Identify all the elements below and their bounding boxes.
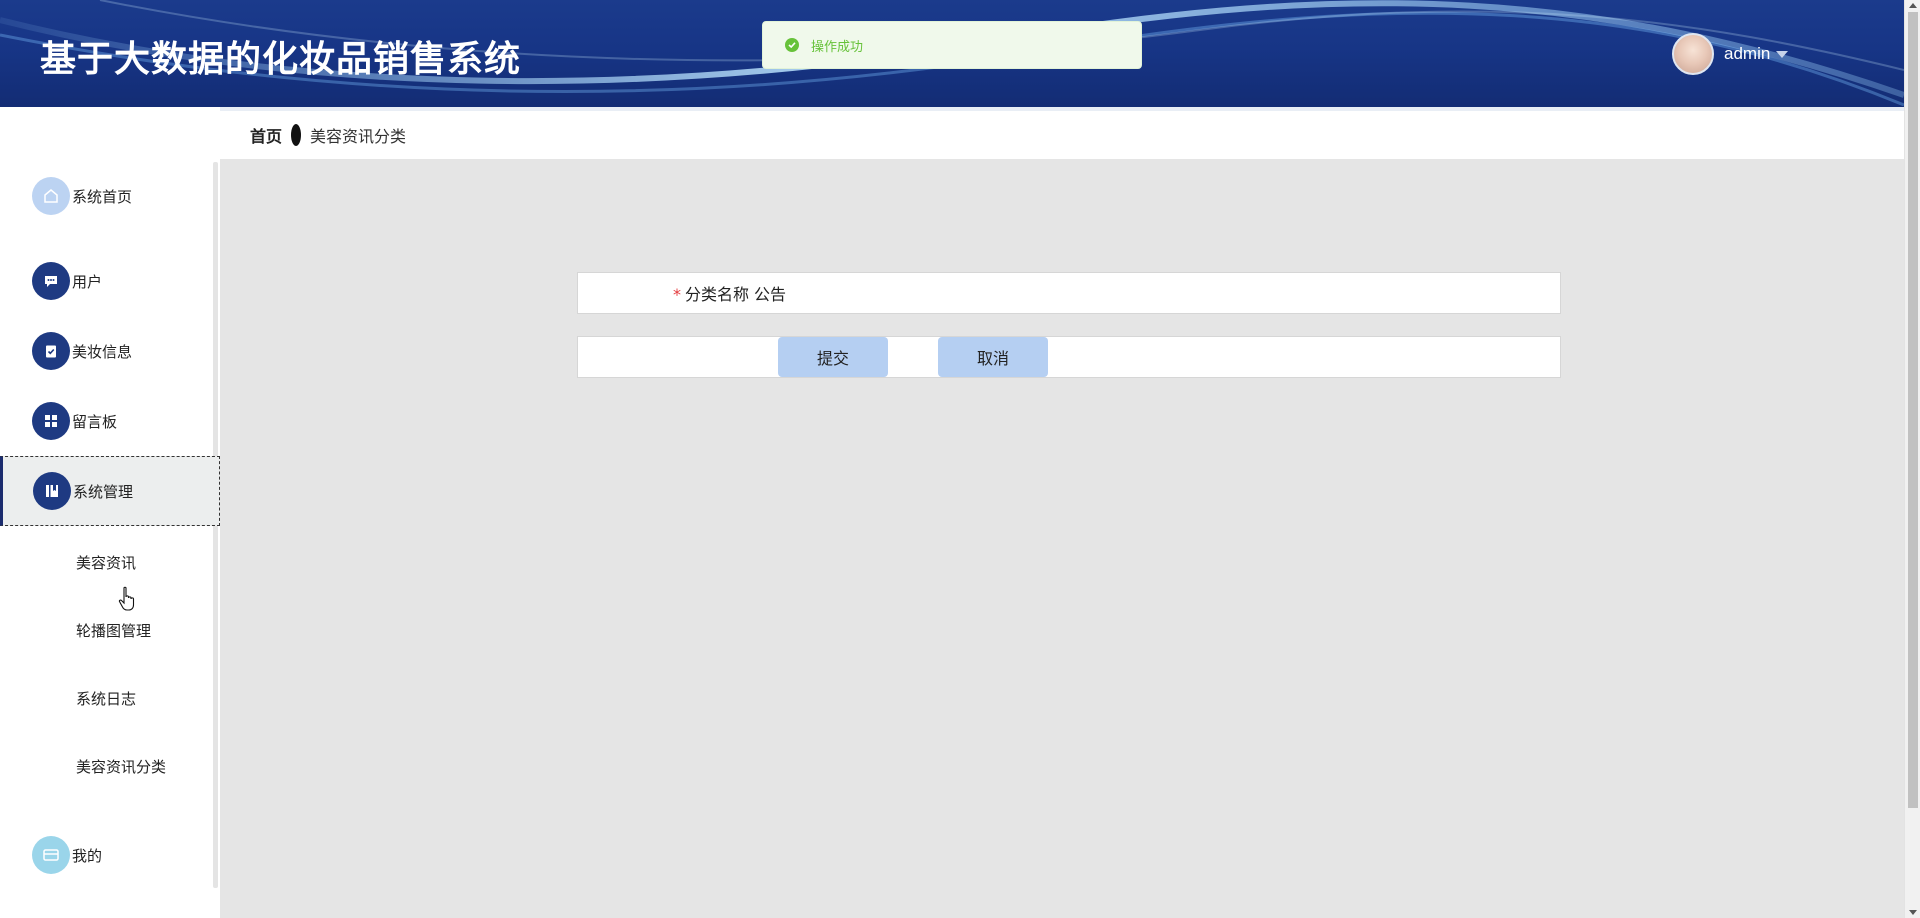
sidebar-subitem-system-log[interactable]: 系统日志 (76, 688, 136, 709)
hand-cursor-icon (118, 586, 135, 611)
caret-down-icon[interactable] (1776, 50, 1789, 58)
book-icon (33, 472, 71, 510)
category-name-label: * 分类名称 (673, 281, 749, 305)
sidebar-item-message-board[interactable]: 留言板 (0, 386, 220, 456)
main-content: *分类名称 提交 取消 (220, 159, 1904, 918)
breadcrumb-current: 美容资讯分类 (310, 127, 407, 146)
avatar[interactable] (1672, 33, 1714, 75)
required-mark: * (673, 285, 681, 304)
category-name-row: * 分类名称 (577, 272, 1561, 314)
category-name-label-text: 分类名称 (685, 285, 750, 304)
sidebar-item-makeup-info[interactable]: 美妆信息 (0, 316, 220, 386)
chat-icon (32, 262, 70, 300)
sidebar-item-users[interactable]: 用户 (0, 246, 220, 316)
scroll-up-arrow-icon[interactable] (1909, 3, 1917, 8)
sidebar-item-label: 美妆信息 (72, 342, 133, 361)
sidebar-item-label: 系统管理 (73, 482, 134, 501)
breadcrumb-separator-icon (291, 124, 302, 146)
breadcrumb-home[interactable]: 首页 (250, 123, 282, 147)
breadcrumb: 首页 美容资讯分类 (250, 123, 406, 147)
check-circle-icon (785, 38, 799, 52)
clipboard-icon (32, 332, 70, 370)
app-title: 基于大数据的化妆品销售系统 (40, 39, 522, 80)
submit-button[interactable]: 提交 (778, 337, 888, 377)
username[interactable]: admin (1724, 44, 1770, 64)
home-icon (32, 177, 70, 215)
cancel-button[interactable]: 取消 (938, 337, 1048, 377)
wallet-icon (32, 836, 70, 874)
scrollbar-thumb[interactable] (1908, 12, 1918, 808)
scroll-down-arrow-icon[interactable] (1909, 910, 1917, 915)
sidebar-subitem-beauty-news[interactable]: 美容资讯 (76, 552, 136, 573)
user-menu[interactable]: admin (1672, 32, 1789, 76)
sidebar-item-label: 我的 (72, 846, 103, 865)
form-actions-row: 提交 取消 (577, 336, 1561, 378)
sidebar-item-mine[interactable]: 我的 (0, 820, 220, 890)
sidebar-item-label: 留言板 (72, 412, 118, 431)
success-toast: 操作成功 (762, 21, 1142, 69)
sidebar-item-label: 系统首页 (72, 187, 133, 206)
sidebar-subitem-beauty-news-category[interactable]: 美容资讯分类 (76, 756, 166, 777)
page-scrollbar[interactable] (1904, 0, 1920, 918)
grid-icon (32, 402, 70, 440)
sidebar-item-label: 用户 (72, 272, 103, 291)
sidebar-item-system-management[interactable]: 系统管理 (0, 456, 220, 526)
breadcrumb-bar: 首页 美容资讯分类 (220, 107, 1904, 159)
category-name-input[interactable] (754, 278, 1554, 308)
sidebar-item-home[interactable]: 系统首页 (0, 161, 220, 231)
sidebar-subitem-carousel-management[interactable]: 轮播图管理 (76, 620, 151, 641)
toast-message: 操作成功 (811, 39, 864, 55)
